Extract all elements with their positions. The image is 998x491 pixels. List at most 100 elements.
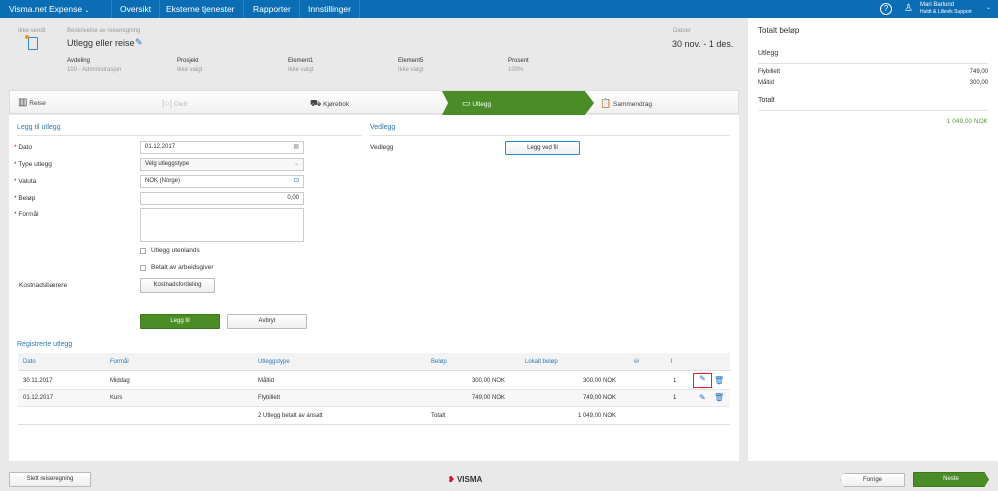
description-label: Beskrivelse av reiseregning — [67, 28, 141, 34]
divider — [758, 110, 988, 111]
summary-panel: Totalt beløp Utlegg Flybillett 749,00 Må… — [748, 18, 998, 461]
trash-icon[interactable]: 🗑 — [714, 393, 724, 402]
field-value: 100 - Administrasjon — [67, 67, 122, 73]
plate-icon: |○| — [162, 98, 173, 108]
valuta-input[interactable]: NOK (Norge) ⊡ — [140, 175, 304, 188]
divider — [370, 135, 730, 136]
lookup-icon[interactable]: ⊡ — [294, 176, 299, 187]
add-expense-heading: Legg til utlegg — [17, 124, 61, 131]
app-switcher[interactable]: Visma.net Expense ⌄ — [0, 0, 112, 18]
arbeidsgiver-checkbox[interactable] — [140, 265, 146, 271]
cell-type: Flybillett — [258, 395, 281, 401]
field-label: Avdeling — [67, 58, 90, 64]
edit-pencil-icon[interactable]: ✎ — [699, 393, 706, 402]
nav-eksterne-tjenester[interactable]: Eksterne tjenester — [158, 0, 244, 18]
summary-item-value: 300,00 — [969, 80, 988, 86]
footer-total: 1 049,00 NOK — [577, 413, 616, 419]
wallet-icon: ▭ — [462, 98, 471, 108]
calendar-icon[interactable]: ▦ — [293, 142, 299, 153]
step-sammendrag[interactable]: 📋 Sammendrag — [600, 91, 652, 115]
cancel-button[interactable]: Avbryt — [227, 314, 307, 329]
step-utlegg[interactable]: ▭ Utlegg — [442, 91, 594, 115]
footer-count: 2 Utlegg betalt av ansatt — [258, 413, 323, 419]
cell-type: Måltid — [258, 378, 275, 384]
summary-section: Utlegg — [758, 50, 779, 57]
summary-item-label: Måltid — [758, 80, 775, 86]
attach-file-button[interactable]: Legg ved fil — [505, 141, 580, 155]
visma-logo: ❥ VISMA — [448, 475, 483, 484]
next-button[interactable]: Neste — [913, 472, 989, 487]
belop-input[interactable]: 0,00 — [140, 192, 304, 205]
car-icon: ⛟ — [310, 98, 322, 108]
status-label: Ikke sendt — [18, 28, 46, 34]
col-lokalt-belop[interactable]: Lokalt beløp — [525, 359, 558, 365]
delete-report-button[interactable]: Slett reiseregning — [9, 472, 91, 487]
pencil-icon[interactable]: ✎ — [135, 37, 143, 48]
user-icon: ♙ — [904, 3, 913, 14]
cell-belop: 749,00 NOK — [471, 395, 505, 401]
kostnadsbaerere-label: Kostnadsbærere — [19, 282, 68, 289]
dato-input[interactable]: 01.12.2017 ▦ — [140, 141, 304, 154]
type-select[interactable]: Velg utleggstype ⌄ — [140, 158, 304, 171]
clipboard-icon: 📋 — [600, 98, 612, 108]
nav-oversikt[interactable]: Oversikt — [112, 0, 161, 18]
col-utleggstype[interactable]: Utleggstype — [258, 359, 290, 365]
chevron-down-icon[interactable]: ⌄ — [986, 4, 991, 11]
cell-lokalt: 300,00 NOK — [582, 378, 616, 384]
user-name[interactable]: Mari Barlund — [920, 2, 954, 8]
field-value: Ikke valgt — [398, 67, 424, 73]
belop-label: * Beløp — [14, 195, 36, 202]
field-label: Prosjekt — [177, 58, 199, 64]
cell-attachments: 1 — [673, 378, 677, 384]
top-nav-bar: Visma.net Expense ⌄ Oversikt Eksterne tj… — [0, 0, 998, 18]
table-header: Dato Formål Utleggstype Beløp Lokalt bel… — [18, 353, 730, 371]
step-diett[interactable]: |○| Diett — [162, 91, 187, 115]
col-dato[interactable]: Dato — [23, 359, 36, 365]
attachment-heading: Vedlegg — [370, 124, 396, 131]
col-formal[interactable]: Formål — [110, 359, 129, 365]
formal-label: * Formål — [14, 211, 39, 218]
summary-total-label: Totalt — [758, 97, 775, 104]
summary-item-label: Flybillett — [758, 69, 781, 75]
footer-total-label: Totalt — [431, 413, 446, 419]
field-value: 100% — [508, 67, 524, 73]
field-value: Ikke valgt — [177, 67, 203, 73]
edit-pencil-icon[interactable]: ✎ — [693, 373, 712, 388]
report-title: Utlegg eller reise — [67, 38, 135, 48]
dato-label: * Dato — [14, 144, 33, 151]
field-label: Element5 — [398, 58, 424, 64]
registered-expenses-heading: Registrerte utlegg — [17, 341, 73, 348]
step-bar: ▥ Reise |○| Diett ⛟ Kjørebok ▭ Utlegg 📋 … — [9, 90, 739, 115]
divider — [17, 135, 362, 136]
cell-formal: Middag — [110, 378, 130, 384]
app-title: Visma.net Expense — [9, 4, 83, 14]
cell-belop: 300,00 NOK — [471, 378, 505, 384]
user-company: Huldt & Lillevik Support — [920, 9, 972, 15]
table-row[interactable]: 01.12.2017 Kurs Flybillett 749,00 NOK 74… — [18, 390, 730, 407]
document-icon — [25, 35, 38, 50]
trash-icon[interactable]: 🗑 — [714, 376, 724, 385]
field-label: Prosent — [508, 58, 529, 64]
field-label: Element1 — [288, 58, 314, 64]
cell-dato: 30.11.2017 — [23, 378, 53, 384]
step-reise[interactable]: ▥ Reise — [18, 91, 46, 115]
add-button[interactable]: Legg til — [140, 314, 220, 329]
dates-value: 30 nov. - 1 des. — [672, 39, 734, 49]
previous-button[interactable]: Forrige — [840, 473, 905, 487]
suitcase-icon: ▥ — [18, 97, 28, 108]
formal-textarea[interactable] — [140, 208, 304, 242]
cell-dato: 01.12.2017 — [23, 395, 54, 401]
nav-innstillinger[interactable]: Innstillinger — [300, 0, 360, 18]
arbeidsgiver-label: Betalt av arbeidsgiver — [151, 264, 214, 271]
attachment-label: Vedlegg — [370, 144, 394, 151]
summary-total: 1 049,00 NOK — [946, 118, 988, 125]
summary-title: Totalt beløp — [758, 26, 800, 35]
kostnadsfordeling-button[interactable]: Kostnadsfordeling — [140, 278, 215, 293]
utenlands-checkbox[interactable] — [140, 248, 146, 254]
cell-lokalt: 749,00 NOK — [582, 395, 616, 401]
help-icon[interactable]: ? — [880, 3, 892, 15]
col-belop[interactable]: Beløp — [431, 359, 447, 365]
step-kjorebok[interactable]: ⛟ Kjørebok — [310, 91, 349, 115]
nav-rapporter[interactable]: Rapporter — [245, 0, 300, 18]
table-row[interactable]: 30.11.2017 Middag Måltid 300,00 NOK 300,… — [18, 372, 730, 390]
